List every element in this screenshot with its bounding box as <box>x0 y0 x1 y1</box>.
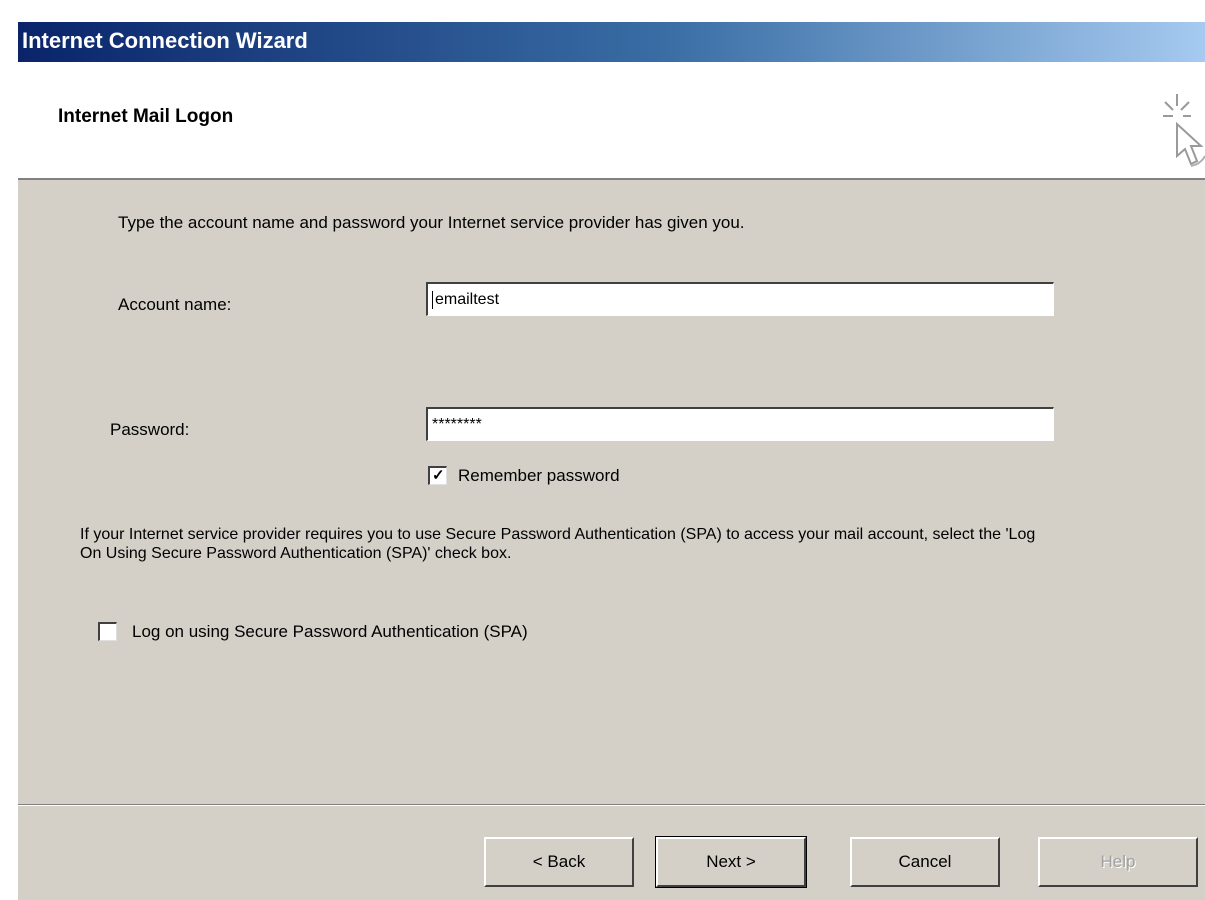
password-input[interactable]: ******** <box>426 407 1054 441</box>
title-bar[interactable]: Internet Connection Wizard <box>18 22 1205 62</box>
wizard-cursor-icon <box>1163 94 1205 167</box>
remember-password-label[interactable]: Remember password <box>458 466 620 486</box>
back-button[interactable]: < Back <box>484 837 634 887</box>
account-name-label: Account name: <box>118 295 232 314</box>
spa-label[interactable]: Log on using Secure Password Authenticat… <box>132 622 528 642</box>
cancel-button[interactable]: Cancel <box>850 837 1000 887</box>
password-value: ******** <box>432 416 482 433</box>
window-title: Internet Connection Wizard <box>22 28 308 53</box>
page-heading: Internet Mail Logon <box>58 106 234 127</box>
intro-text: Type the account name and password your … <box>118 213 745 232</box>
spa-description: If your Internet service provider requir… <box>80 526 1036 562</box>
wizard-window: Internet Connection Wizard Internet Mail… <box>18 22 1205 900</box>
account-name-value: emailtest <box>435 291 500 309</box>
check-icon: ✓ <box>432 467 445 484</box>
spa-checkbox[interactable] <box>98 622 117 641</box>
wizard-content: Type the account name and password your … <box>18 180 1205 820</box>
wizard-header: Internet Mail Logon <box>18 62 1205 180</box>
remember-password-checkbox[interactable]: ✓ <box>428 466 447 485</box>
footer-divider <box>18 804 1205 806</box>
text-caret <box>432 291 433 309</box>
next-button[interactable]: Next > <box>655 836 807 888</box>
account-name-input[interactable]: emailtest <box>426 282 1054 316</box>
password-label: Password: <box>110 420 190 439</box>
help-button[interactable]: Help <box>1038 837 1198 887</box>
